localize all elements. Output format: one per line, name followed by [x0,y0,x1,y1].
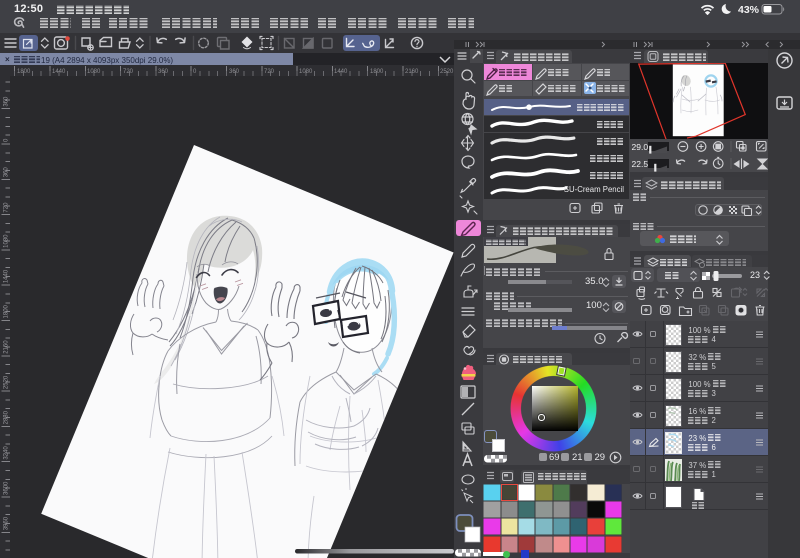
svg-text:0: 0 [4,138,10,142]
svg-text:1080: 1080 [87,69,101,75]
svg-text:1800: 1800 [4,304,10,318]
svg-text:360: 360 [229,69,240,75]
svg-text:2880: 2880 [4,410,10,424]
svg-text:3240: 3240 [4,446,10,460]
svg-text:1440: 1440 [334,69,348,75]
svg-text:360: 360 [4,167,10,178]
svg-text:720: 720 [264,69,275,75]
svg-text:1080: 1080 [299,69,313,75]
svg-text:360: 360 [158,69,169,75]
svg-text:0: 0 [193,69,197,75]
svg-text:720: 720 [4,202,10,213]
svg-text:2520: 2520 [4,375,10,389]
svg-text:1440: 1440 [4,269,10,283]
svg-text:3960: 3960 [4,516,10,530]
svg-text:3600: 3600 [4,481,10,495]
svg-text:2160: 2160 [4,340,10,354]
svg-text:43%: 43% [738,4,760,15]
svg-text:1800: 1800 [17,69,31,75]
svg-text:1080: 1080 [4,234,10,248]
svg-text:720: 720 [123,69,134,75]
svg-text:2160: 2160 [405,69,419,75]
svg-text:2520: 2520 [440,69,454,75]
svg-text:1440: 1440 [52,69,66,75]
svg-text:360: 360 [4,96,10,107]
svg-text:1800: 1800 [370,69,384,75]
